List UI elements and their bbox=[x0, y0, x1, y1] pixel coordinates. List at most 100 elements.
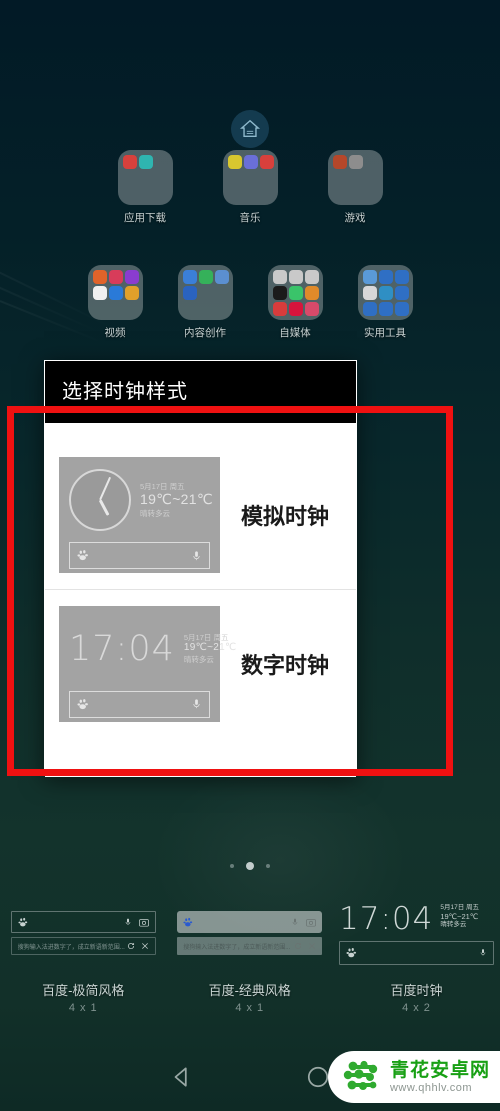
digital-clock-time: 17:04 bbox=[69, 628, 175, 669]
mini-app-icon bbox=[332, 155, 347, 169]
folder-games[interactable]: 游戏 bbox=[324, 150, 386, 225]
clock-style-dialog: 选择时钟样式 5月17日 周五 19℃~21℃ 晴转多云 模拟时钟 17:04 … bbox=[44, 360, 357, 777]
folder-tile bbox=[267, 265, 323, 320]
widget-item-baidu-classic[interactable]: 搜狗输入法进数字了，成立新语新范围... 百度-经典风格 4 x 1 bbox=[167, 890, 334, 1040]
folder-label: 视频 bbox=[104, 327, 126, 339]
watermark-title: 青花安卓网 bbox=[389, 1059, 490, 1081]
folder-app-download[interactable]: 应用下载 bbox=[114, 150, 176, 225]
mini-app-icon bbox=[304, 286, 319, 300]
weather-description: 晴转多云 bbox=[140, 508, 170, 518]
dialog-body: 5月17日 周五 19℃~21℃ 晴转多云 模拟时钟 17:04 5月17日 周… bbox=[45, 423, 356, 777]
mini-app-icon bbox=[304, 270, 319, 284]
folder-label: 内容创作 bbox=[184, 327, 226, 339]
folder-tile bbox=[327, 150, 383, 205]
folder-tile bbox=[117, 150, 173, 205]
search-suggestion-bar: 搜狗输入法进数字了，成立新语新范围... bbox=[177, 937, 323, 955]
microphone-icon bbox=[125, 918, 131, 925]
mini-app-icon bbox=[182, 286, 197, 300]
clock-minute-hand bbox=[99, 476, 112, 501]
search-bar bbox=[339, 940, 494, 965]
widget-preview-wrap: 搜狗输入法进数字了，成立新语新范围... bbox=[167, 890, 334, 976]
widget-preview-classic: 搜狗输入法进数字了，成立新语新范围... bbox=[177, 911, 323, 955]
folder-label: 音乐 bbox=[239, 212, 261, 224]
app-folder-row-2: 视频 内容创作 自媒体 实用工具 bbox=[0, 265, 500, 340]
mini-app-icon bbox=[272, 302, 287, 316]
camera-icon bbox=[138, 918, 149, 927]
baidu-paw-icon bbox=[18, 917, 27, 926]
widget-label: 百度-极简风格 bbox=[42, 983, 125, 998]
microphone-icon bbox=[480, 949, 486, 956]
baidu-paw-icon bbox=[183, 917, 193, 926]
folder-music[interactable]: 音乐 bbox=[219, 150, 281, 225]
site-watermark: 青花安卓网 www.qhhlv.com bbox=[327, 1051, 500, 1103]
watermark-url: www.qhhlv.com bbox=[389, 1081, 473, 1094]
mini-app-icon bbox=[288, 286, 303, 300]
folder-self-media[interactable]: 自媒体 bbox=[259, 265, 331, 340]
widget-preview-analog: 5月17日 周五 19℃~21℃ 晴转多云 bbox=[59, 457, 220, 573]
mini-app-icon bbox=[138, 155, 153, 169]
mini-app-icon bbox=[288, 302, 303, 316]
mini-app-icon bbox=[182, 270, 197, 284]
page-indicator bbox=[0, 862, 500, 870]
widget-item-baidu-simple[interactable]: 搜狗输入法进数字了，成立新语新范围... 百度-极简风格 4 x 1 bbox=[0, 890, 167, 1040]
preview-search-bar bbox=[69, 690, 210, 718]
page-dot[interactable] bbox=[230, 864, 234, 868]
preview-top: 5月17日 周五 19℃~21℃ 晴转多云 bbox=[69, 466, 213, 534]
widget-preview-simple: 搜狗输入法进数字了，成立新语新范围... bbox=[10, 911, 156, 955]
baidu-paw-icon bbox=[77, 550, 88, 561]
clock-style-option-digital[interactable]: 17:04 5月17日 周五 19℃~21℃ 晴转多云 数字时钟 bbox=[45, 589, 356, 737]
page-dot[interactable] bbox=[266, 864, 270, 868]
clock-style-option-analog[interactable]: 5月17日 周五 19℃~21℃ 晴转多云 模拟时钟 bbox=[45, 441, 356, 589]
folder-video[interactable]: 视频 bbox=[79, 265, 151, 340]
widget-preview-wrap: 搜狗输入法进数字了，成立新语新范围... bbox=[0, 890, 167, 976]
folder-tile bbox=[177, 265, 233, 320]
microphone-icon bbox=[193, 550, 200, 560]
mini-app-icon bbox=[227, 155, 242, 169]
weather-date: 5月17日 周五 bbox=[140, 481, 185, 491]
clock-top: 17:04 5月17日 周五 19℃~21℃ 晴转多云 bbox=[339, 902, 494, 936]
microphone-icon bbox=[292, 918, 298, 925]
mini-app-icon bbox=[198, 270, 213, 284]
suggestion-text: 搜狗输入法进数字了，成立新语新范围... bbox=[17, 944, 125, 951]
phone-screen: 应用下载 音乐 游戏 视频 内容创作 自媒体 实用工具 选择时钟样式 5月17日… bbox=[0, 0, 500, 1111]
mini-app-icon bbox=[243, 155, 258, 169]
mini-app-icon bbox=[378, 286, 393, 300]
mini-app-icon bbox=[394, 302, 409, 316]
weather-block: 5月17日 周五 19℃~21℃ 晴转多云 bbox=[140, 482, 213, 518]
widget-size: 4 x 2 bbox=[402, 1002, 431, 1014]
back-triangle-icon[interactable] bbox=[169, 1064, 195, 1090]
baidu-paw-icon bbox=[346, 947, 357, 957]
widget-size: 4 x 1 bbox=[235, 1002, 265, 1014]
page-dot-active[interactable] bbox=[246, 862, 254, 870]
refresh-icon bbox=[127, 943, 134, 950]
mini-app-icon bbox=[362, 286, 377, 300]
mini-app-icon bbox=[348, 155, 363, 169]
baidu-paw-icon bbox=[77, 698, 88, 709]
folder-utilities[interactable]: 实用工具 bbox=[349, 265, 421, 340]
folder-tile bbox=[357, 265, 413, 320]
mini-app-icon bbox=[92, 286, 107, 300]
weather-block: 5月17日 周五 19℃~21℃ 晴转多云 bbox=[440, 902, 479, 930]
clock-style-label-analog: 模拟时钟 bbox=[240, 504, 329, 529]
analog-clock-face bbox=[69, 469, 131, 531]
microphone-icon bbox=[193, 699, 200, 709]
mini-app-icon bbox=[214, 270, 229, 284]
weather-date: 5月17日 周五 bbox=[440, 903, 479, 911]
mini-app-icon bbox=[378, 302, 393, 316]
mini-app-icon bbox=[288, 270, 303, 284]
search-bar bbox=[177, 911, 323, 933]
search-suggestion-bar: 搜狗输入法进数字了，成立新语新范围... bbox=[10, 937, 156, 955]
folder-tile bbox=[222, 150, 278, 205]
folder-content-creation[interactable]: 内容创作 bbox=[169, 265, 241, 340]
folder-tile bbox=[87, 265, 143, 320]
home-icon bbox=[239, 119, 261, 138]
watermark-text: 青花安卓网 www.qhhlv.com bbox=[390, 1061, 490, 1094]
mini-app-icon bbox=[259, 155, 274, 169]
widget-picker-strip: 搜狗输入法进数字了，成立新语新范围... 百度-极简风格 4 x 1 搜狗输入法… bbox=[0, 890, 500, 1040]
weather-temperature: 19℃~21℃ bbox=[440, 911, 479, 921]
camera-icon bbox=[306, 918, 317, 927]
widget-item-baidu-clock[interactable]: 17:04 5月17日 周五 19℃~21℃ 晴转多云 百度时钟 4 x 2 bbox=[333, 890, 500, 1040]
home-shortcut-button[interactable] bbox=[231, 110, 269, 148]
mini-app-icon bbox=[124, 286, 139, 300]
mini-app-icon bbox=[108, 270, 123, 284]
